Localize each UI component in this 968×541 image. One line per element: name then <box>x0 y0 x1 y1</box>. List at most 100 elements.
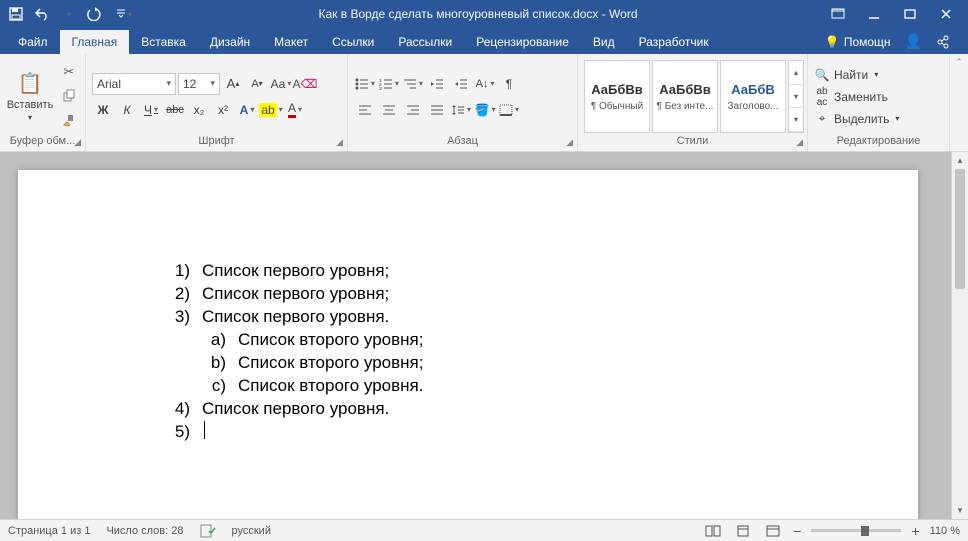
paste-icon: 📋 <box>16 69 44 97</box>
copy-icon[interactable] <box>58 85 80 107</box>
clear-format-icon[interactable]: A⌫ <box>294 73 316 95</box>
list-item[interactable]: a)Список второго уровня; <box>168 329 918 352</box>
replace-button[interactable]: abacЗаменить <box>814 87 943 107</box>
shrink-font-icon[interactable]: A▾ <box>246 73 268 95</box>
page-scroll[interactable]: 1)Список первого уровня;2)Список первого… <box>0 152 951 519</box>
align-center-icon[interactable] <box>378 99 400 121</box>
highlight-icon[interactable]: ab <box>260 99 282 121</box>
style-heading1[interactable]: АаБбВ Заголово... <box>720 60 786 133</box>
subscript-button[interactable]: x₂ <box>188 99 210 121</box>
bold-button[interactable]: Ж <box>92 99 114 121</box>
scroll-up-icon[interactable]: ▴ <box>952 152 968 169</box>
strike-button[interactable]: abc <box>164 99 186 121</box>
decrease-indent-icon[interactable] <box>426 73 448 95</box>
zoom-slider[interactable] <box>811 529 901 532</box>
tab-mailings[interactable]: Рассылки <box>386 30 464 54</box>
multilevel-icon[interactable] <box>402 73 424 95</box>
font-launcher-icon[interactable]: ◢ <box>336 137 343 148</box>
spellcheck-icon[interactable] <box>200 524 216 538</box>
paragraph-launcher-icon[interactable]: ◢ <box>566 137 573 148</box>
line-spacing-icon[interactable] <box>450 99 472 121</box>
tab-file[interactable]: Файл <box>6 30 60 54</box>
status-lang[interactable]: русский <box>232 525 271 537</box>
list-item[interactable]: 3)Список первого уровня. <box>168 306 918 329</box>
tab-developer[interactable]: Разработчик <box>627 30 721 54</box>
borders-icon[interactable] <box>498 99 520 121</box>
font-color-icon[interactable]: A <box>284 99 306 121</box>
paste-button[interactable]: 📋 Вставить ▾ <box>6 58 54 133</box>
select-button[interactable]: ⌖Выделить▾ <box>814 109 943 129</box>
tab-home[interactable]: Главная <box>60 30 130 54</box>
text-effects-icon[interactable]: A <box>236 99 258 121</box>
format-painter-icon[interactable] <box>58 109 80 131</box>
bullets-icon[interactable] <box>354 73 376 95</box>
scroll-thumb[interactable] <box>955 169 965 289</box>
page[interactable]: 1)Список первого уровня;2)Список первого… <box>18 170 918 519</box>
align-left-icon[interactable] <box>354 99 376 121</box>
style-normal[interactable]: АаБбВв ¶ Обычный <box>584 60 650 133</box>
font-size-combo[interactable]: 12▾ <box>178 73 220 95</box>
font-name-combo[interactable]: Arial▾ <box>92 73 176 95</box>
increase-indent-icon[interactable] <box>450 73 472 95</box>
vertical-scrollbar[interactable]: ▴ ▾ <box>951 152 968 519</box>
group-editing: 🔍Найти▾ abacЗаменить ⌖Выделить▾ Редактир… <box>808 54 950 151</box>
maximize-icon[interactable] <box>902 6 918 22</box>
style-no-spacing[interactable]: АаБбВв ¶ Без инте... <box>652 60 718 133</box>
read-mode-icon[interactable] <box>703 523 723 539</box>
titlebar: Как в Ворде сделать многоуровневый списо… <box>0 0 968 28</box>
list-item[interactable]: 1)Список первого уровня; <box>168 260 918 283</box>
list-item[interactable]: c)Список второго уровня. <box>168 375 918 398</box>
tab-view[interactable]: Вид <box>581 30 627 54</box>
styles-launcher-icon[interactable]: ◢ <box>796 137 803 148</box>
zoom-level[interactable]: 110 % <box>930 525 960 537</box>
zoom-out-icon[interactable]: − <box>793 523 801 539</box>
scroll-down-icon[interactable]: ▾ <box>789 85 803 109</box>
undo-dropdown-icon[interactable] <box>60 6 76 22</box>
undo-icon[interactable] <box>34 6 50 22</box>
list-item[interactable]: b)Список второго уровня; <box>168 352 918 375</box>
qat-customize-icon[interactable] <box>116 6 132 22</box>
collapse-ribbon-icon[interactable]: ˆ <box>957 58 960 69</box>
grow-font-icon[interactable]: A▴ <box>222 73 244 95</box>
align-right-icon[interactable] <box>402 99 424 121</box>
ribbon-options-icon[interactable] <box>830 6 846 22</box>
close-icon[interactable] <box>938 6 954 22</box>
sort-icon[interactable]: A↓ <box>474 73 496 95</box>
zoom-in-icon[interactable]: + <box>911 523 919 539</box>
redo-icon[interactable] <box>86 6 102 22</box>
tab-references[interactable]: Ссылки <box>320 30 386 54</box>
print-layout-icon[interactable] <box>733 523 753 539</box>
select-icon: ⌖ <box>814 111 830 126</box>
underline-button[interactable]: Ч <box>140 99 162 121</box>
ribbon: 📋 Вставить ▾ ✂ Буфер обм... ◢ Arial▾ 12▾ <box>0 54 968 152</box>
tab-layout[interactable]: Макет <box>262 30 320 54</box>
tab-review[interactable]: Рецензирование <box>464 30 581 54</box>
status-page[interactable]: Страница 1 из 1 <box>8 525 90 537</box>
justify-icon[interactable] <box>426 99 448 121</box>
styles-scroll[interactable]: ▴ ▾ ▾ <box>788 60 804 133</box>
list-item[interactable]: 4)Список первого уровня. <box>168 398 918 421</box>
gallery-expand-icon[interactable]: ▾ <box>789 108 803 132</box>
numbering-icon[interactable]: 123 <box>378 73 400 95</box>
minimize-icon[interactable] <box>866 6 882 22</box>
tab-insert[interactable]: Вставка <box>129 30 198 54</box>
scroll-down-icon[interactable]: ▾ <box>952 502 968 519</box>
find-button[interactable]: 🔍Найти▾ <box>814 65 943 85</box>
clipboard-launcher-icon[interactable]: ◢ <box>74 137 81 148</box>
tell-me[interactable]: 💡 Помощн <box>825 35 891 49</box>
pilcrow-icon[interactable]: ¶ <box>498 73 520 95</box>
web-layout-icon[interactable] <box>763 523 783 539</box>
share-button[interactable] <box>936 35 950 49</box>
list-item[interactable]: 5) <box>168 421 918 444</box>
change-case-icon[interactable]: Aa <box>270 73 292 95</box>
cut-icon[interactable]: ✂ <box>58 61 80 83</box>
list-item[interactable]: 2)Список первого уровня; <box>168 283 918 306</box>
scroll-up-icon[interactable]: ▴ <box>789 61 803 85</box>
tab-design[interactable]: Дизайн <box>198 30 262 54</box>
italic-button[interactable]: К <box>116 99 138 121</box>
shading-icon[interactable]: 🪣 <box>474 99 496 121</box>
superscript-button[interactable]: x² <box>212 99 234 121</box>
status-words[interactable]: Число слов: 28 <box>106 525 183 537</box>
account-icon[interactable]: 👤 <box>905 33 922 50</box>
save-icon[interactable] <box>8 6 24 22</box>
